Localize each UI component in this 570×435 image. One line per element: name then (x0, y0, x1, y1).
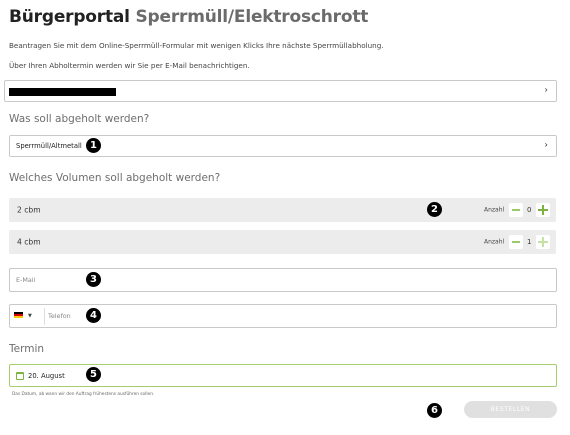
pickup-type-value: Sperrmüll/Altmetall (16, 142, 82, 150)
count-label: Anzahl (484, 206, 505, 214)
pickup-question-label: Was soll abgeholt werden? (9, 113, 150, 125)
redacted-address (9, 88, 116, 96)
volume-label: 4 cbm (17, 237, 41, 247)
calendar-icon (16, 372, 24, 380)
decrement-button[interactable] (509, 203, 523, 217)
order-button[interactable]: BESTELLEN (464, 401, 557, 418)
volume-label: 2 cbm (17, 205, 41, 215)
volume-row-4cbm: 4 cbm Anzahl 1 (9, 230, 556, 254)
decrement-button[interactable] (509, 235, 523, 249)
chevron-right-icon: › (544, 85, 548, 96)
intro-line-1: Beantragen Sie mit dem Online-Sperrmüll-… (9, 41, 384, 50)
annotation-badge-5: 5 (86, 367, 101, 382)
count-label: Anzahl (484, 238, 505, 246)
germany-flag-icon[interactable] (14, 312, 23, 318)
page-title: Bürgerportal Sperrmüll/Elektroschrott (9, 7, 368, 27)
chevron-right-icon: › (544, 140, 548, 151)
date-value: 20. August (28, 371, 65, 380)
email-placeholder: E-Mail (16, 276, 36, 284)
count-value: 0 (527, 206, 532, 214)
annotation-badge-2: 2 (427, 202, 442, 217)
address-select[interactable]: › (4, 80, 557, 102)
caret-down-icon[interactable]: ▼ (28, 313, 32, 319)
annotation-badge-4: 4 (86, 308, 101, 323)
termin-label: Termin (9, 343, 45, 355)
title-sub: Sperrmüll/Elektroschrott (135, 7, 369, 27)
increment-button[interactable] (536, 235, 550, 249)
increment-button[interactable] (536, 203, 550, 217)
divider (44, 308, 45, 325)
volume-question-label: Welches Volumen soll abgeholt werden? (9, 172, 221, 184)
intro-line-2: Über Ihren Abholtermin werden wir Sie pe… (9, 61, 250, 70)
annotation-badge-1: 1 (86, 138, 101, 153)
volume-row-2cbm: 2 cbm Anzahl 0 (9, 198, 556, 222)
date-hint: Das Datum, ab wann wir den Auftrag frühe… (12, 392, 155, 397)
count-value: 1 (527, 238, 532, 246)
annotation-badge-3: 3 (86, 272, 101, 287)
title-main: Bürgerportal (9, 7, 130, 27)
annotation-badge-6: 6 (427, 403, 442, 418)
phone-placeholder: Telefon (48, 312, 71, 320)
